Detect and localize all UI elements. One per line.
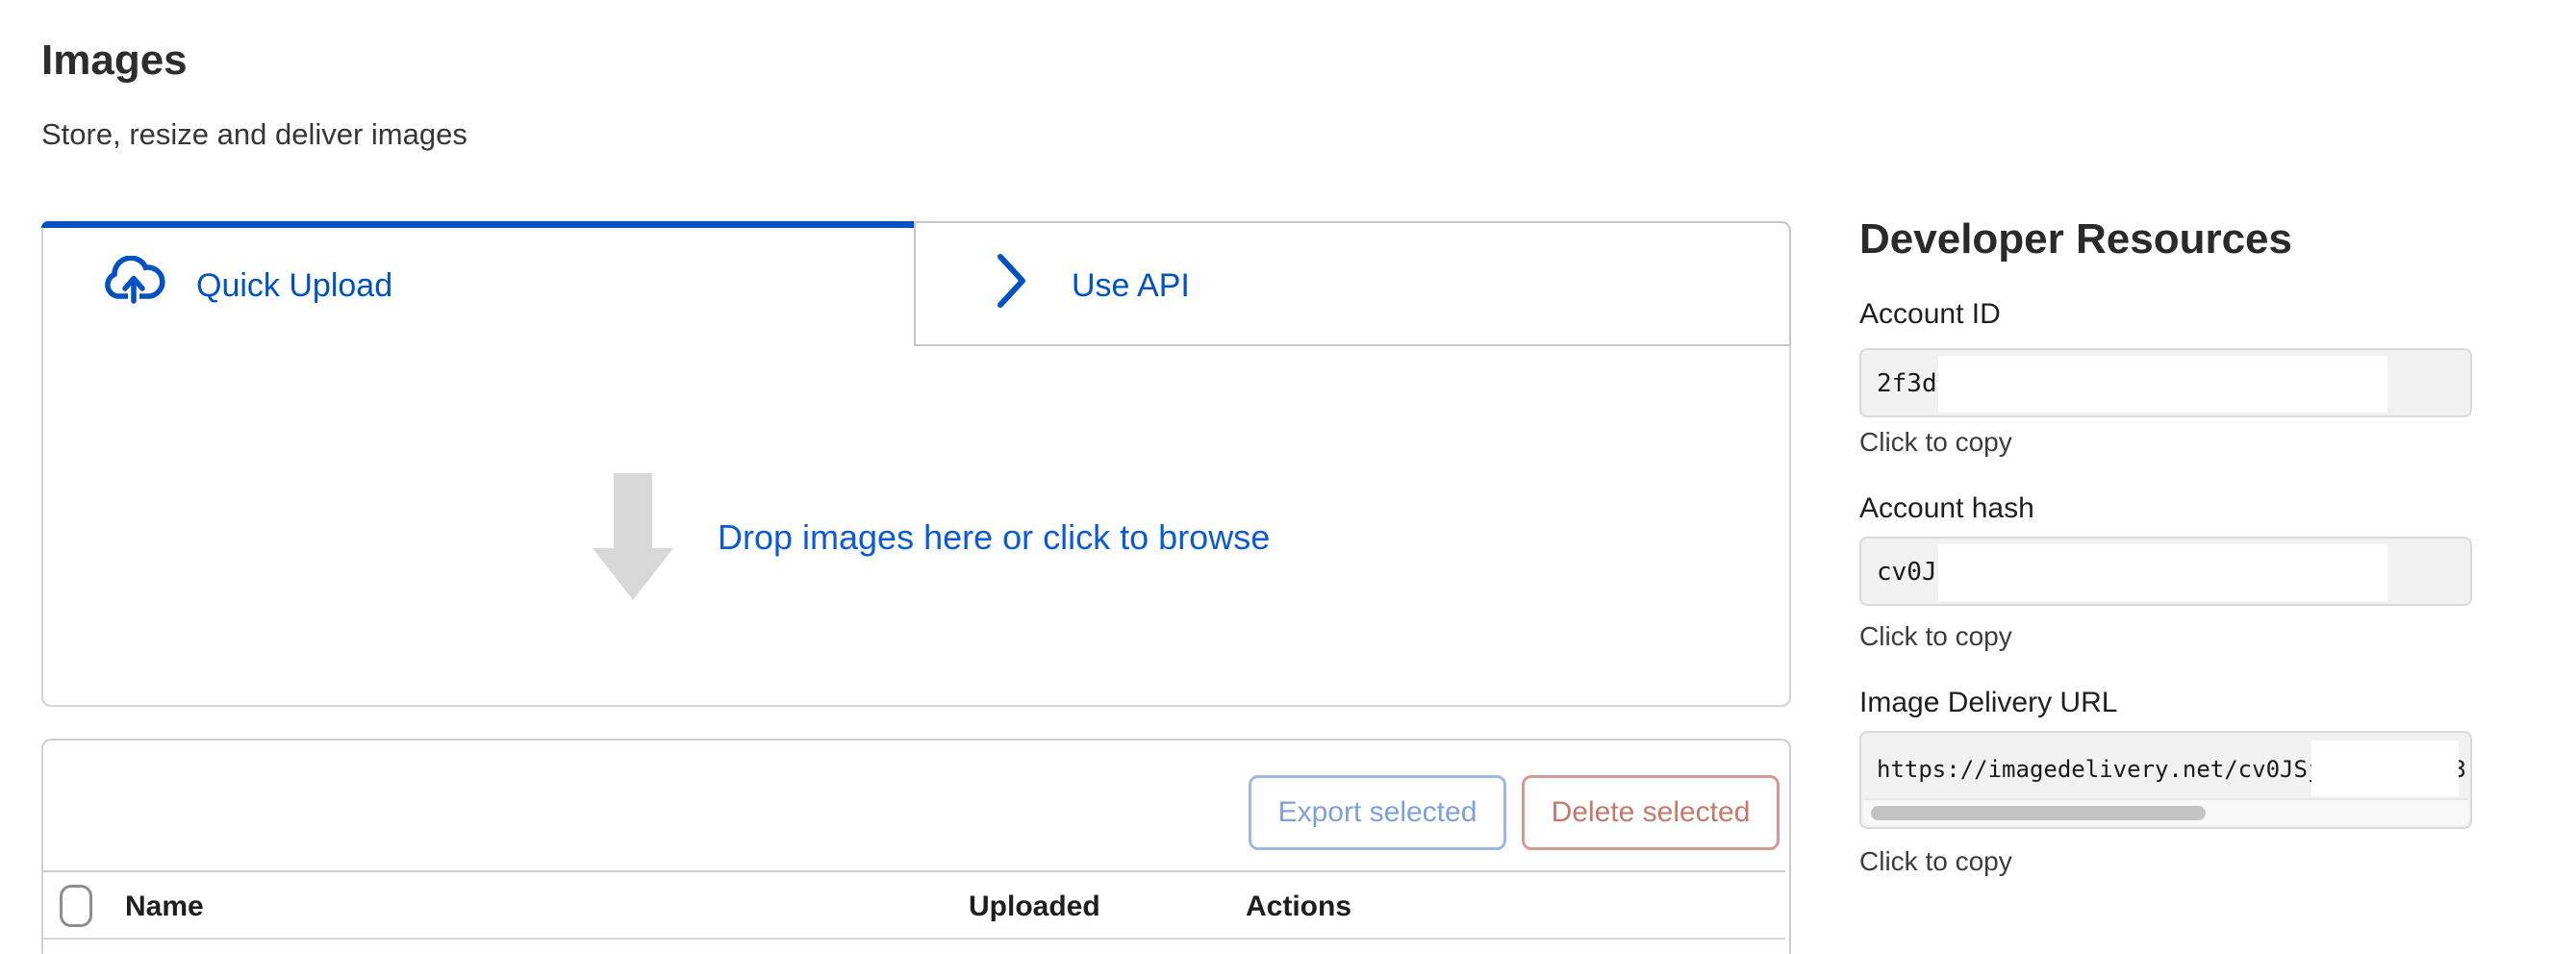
page-title: Images xyxy=(41,37,188,85)
account-hash-field[interactable]: cv0J xyxy=(1859,537,2472,606)
select-all-checkbox[interactable] xyxy=(60,885,92,927)
chevron-right-icon xyxy=(995,252,1029,314)
cloud-upload-icon xyxy=(102,256,165,309)
download-arrow-icon xyxy=(593,473,673,605)
account-hash-value: cv0J xyxy=(1877,558,1937,587)
toolbar-divider xyxy=(43,870,1785,872)
tab-use-api[interactable] xyxy=(914,221,1791,346)
redaction-overlay xyxy=(2311,741,2459,796)
header-row-divider xyxy=(43,938,1785,940)
tab-quick-upload[interactable]: Quick Upload xyxy=(196,267,392,305)
page-subtitle: Store, resize and deliver images xyxy=(41,117,467,152)
account-id-copy-hint: Click to copy xyxy=(1859,427,2012,458)
image-delivery-url-copy-hint: Click to copy xyxy=(1859,846,2012,877)
image-delivery-url-label: Image Delivery URL xyxy=(1859,687,2117,719)
horizontal-scrollbar-track[interactable] xyxy=(1863,798,2468,825)
column-header-uploaded: Uploaded xyxy=(969,891,1100,923)
delete-selected-button[interactable]: Delete selected xyxy=(1522,775,1780,850)
tab-quick-upload-active-indicator xyxy=(41,221,914,228)
image-delivery-url-value: https://imagedelivery.net/cv0JSj xyxy=(1877,756,2321,783)
image-delivery-url-field[interactable]: https://imagedelivery.net/cv0JSj 3 xyxy=(1859,731,2472,829)
redaction-overlay xyxy=(1938,356,2387,413)
account-id-field[interactable]: 2f3d xyxy=(1859,348,2472,417)
tab-use-api-label[interactable]: Use API xyxy=(1072,267,1190,305)
column-header-name: Name xyxy=(125,891,204,923)
account-id-value: 2f3d xyxy=(1877,369,1937,398)
column-header-actions: Actions xyxy=(1246,891,1351,923)
horizontal-scrollbar-thumb[interactable] xyxy=(1871,806,2206,820)
account-hash-copy-hint: Click to copy xyxy=(1859,621,2012,652)
account-hash-label: Account hash xyxy=(1859,492,2034,525)
images-page: Images Store, resize and deliver images … xyxy=(0,0,2576,954)
dropzone-label[interactable]: Drop images here or click to browse xyxy=(718,517,1270,558)
export-selected-button[interactable]: Export selected xyxy=(1249,775,1506,850)
developer-resources-heading: Developer Resources xyxy=(1859,215,2292,264)
account-id-label: Account ID xyxy=(1859,298,2001,331)
redaction-overlay xyxy=(1938,544,2387,601)
